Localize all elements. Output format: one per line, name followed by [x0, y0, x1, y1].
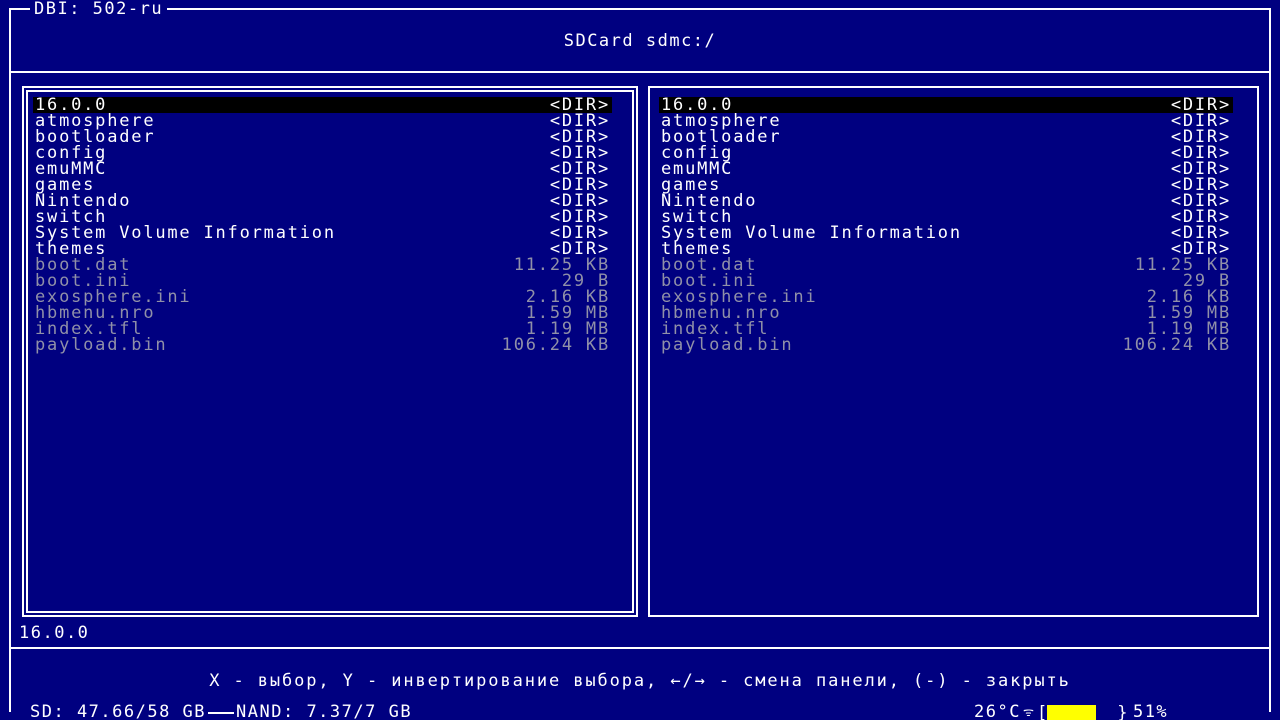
- item-name: payload.bin: [35, 335, 168, 355]
- folder-row[interactable]: config <DIR>: [659, 145, 1233, 162]
- left-file-panel[interactable]: 16.0.0 <DIR> atmosphere <DIR> bootloader <DIR…: [22, 86, 638, 617]
- header-divider: [9, 71, 1271, 73]
- status-separator: [208, 712, 235, 714]
- folder-row[interactable]: config <DIR>: [33, 145, 612, 162]
- folder-row[interactable]: bootloader <DIR>: [659, 129, 1233, 146]
- sd-usage: SD: 47.66/58 GB: [30, 702, 207, 720]
- item-name: payload.bin: [661, 335, 794, 355]
- current-item-label: 16.0.0: [19, 623, 90, 643]
- folder-row[interactable]: emuMMC <DIR>: [659, 161, 1233, 178]
- temperature: 26°C: [974, 702, 1021, 720]
- file-row[interactable]: payload.bin 106.24 KB: [659, 335, 1233, 355]
- folder-row[interactable]: bootloader <DIR>: [33, 129, 612, 146]
- folder-row[interactable]: Nintendo <DIR>: [659, 193, 1233, 210]
- folder-row[interactable]: emuMMC <DIR>: [33, 161, 612, 178]
- help-bar: X - выбор, Y - инвертирование выбора, ←/…: [209, 671, 1071, 691]
- app-title: DBI: 502-ru: [30, 0, 168, 18]
- item-size: 106.24 KB: [1122, 335, 1231, 355]
- folder-row[interactable]: System Volume Information <DIR>: [659, 225, 1233, 242]
- system-status: 26°C ᯤ [ } 51%: [974, 702, 1169, 720]
- battery-fill: [1046, 705, 1096, 720]
- item-size: 106.24 KB: [501, 335, 610, 355]
- folder-row[interactable]: System Volume Information <DIR>: [33, 225, 612, 242]
- battery-percent: 51%: [1132, 702, 1169, 720]
- left-file-list: 16.0.0 <DIR> atmosphere <DIR> bootloader <DIR…: [33, 97, 612, 355]
- footer-divider: [9, 647, 1271, 649]
- location-title: SDCard sdmc:/: [563, 31, 717, 51]
- folder-row[interactable]: Nintendo <DIR>: [33, 193, 612, 210]
- wifi-icon: ᯤ: [1022, 705, 1036, 719]
- nand-usage: NAND: 7.37/7 GB: [236, 702, 413, 720]
- battery-icon: [ }: [1036, 703, 1129, 720]
- file-row[interactable]: payload.bin 106.24 KB: [33, 335, 612, 355]
- right-file-panel[interactable]: 16.0.0 <DIR> atmosphere <DIR> bootloader <DIR…: [648, 86, 1259, 617]
- right-file-list: 16.0.0 <DIR> atmosphere <DIR> bootloader <DIR…: [659, 97, 1233, 355]
- storage-status: SD: 47.66/58 GB NAND: 7.37/7 GB: [30, 702, 413, 720]
